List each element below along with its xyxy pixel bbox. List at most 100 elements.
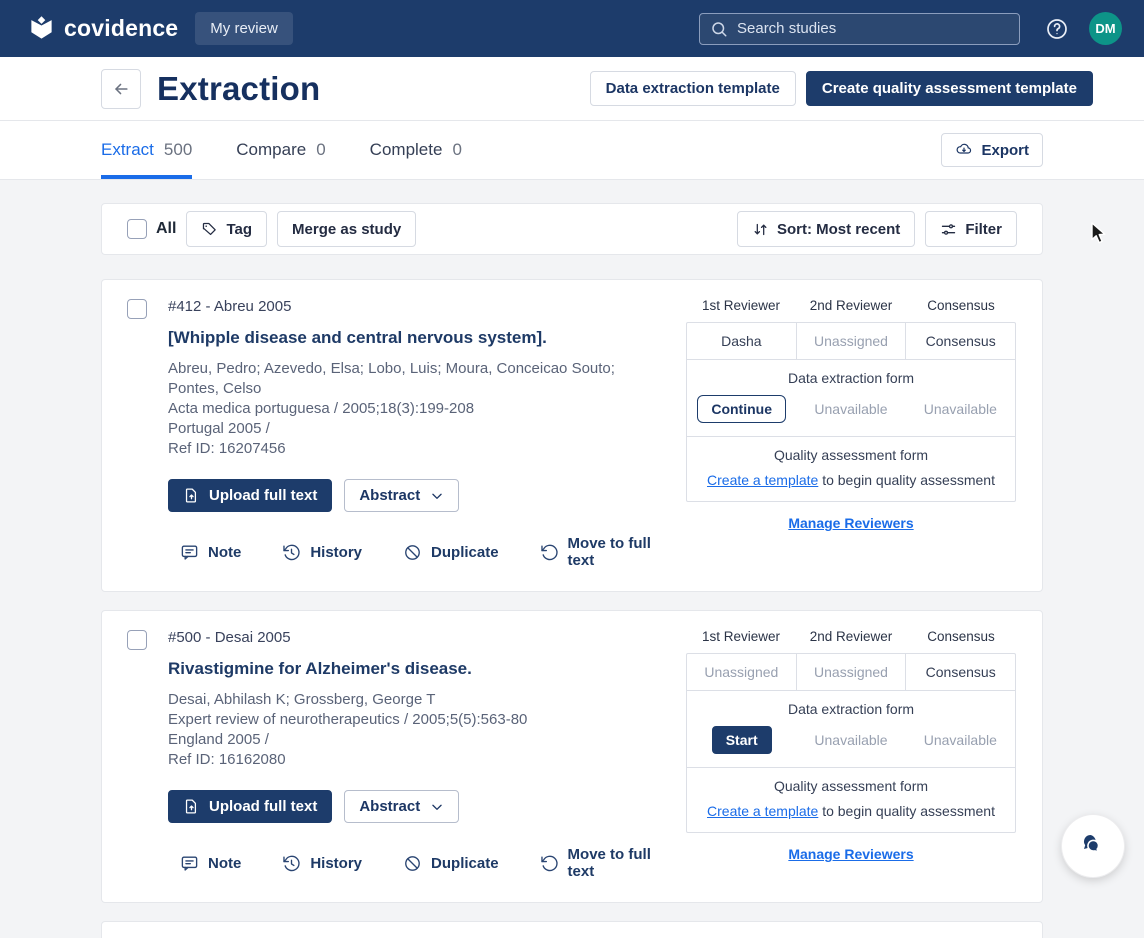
tag-button[interactable]: Tag [186, 211, 268, 247]
study-ref: #500 - Desai 2005 [168, 629, 291, 646]
study-actions: Note History Duplicate Move to full text [168, 846, 666, 880]
manage-reviewers-link[interactable]: Manage Reviewers [788, 515, 913, 531]
chat-fab-button[interactable] [1062, 815, 1124, 877]
study-authors: Desai, Abhilash K; Grossberg, George T [168, 691, 436, 708]
back-button[interactable] [101, 68, 141, 109]
tab-compare[interactable]: Compare 0 [236, 121, 325, 179]
study-title: [Whipple disease and central nervous sys… [168, 328, 547, 347]
move-to-full-text-label: Move to full text [567, 535, 651, 569]
search-box[interactable] [699, 12, 1020, 45]
export-button[interactable]: Export [941, 133, 1043, 167]
content-area: All Tag Merge as study Sort: Most recent [101, 180, 1043, 938]
covidence-logo[interactable]: covidence [28, 15, 178, 42]
tab-count: 0 [452, 140, 462, 159]
app-header: covidence My review DM [0, 0, 1144, 57]
history-button[interactable]: History [282, 535, 362, 569]
undo-arrow-icon [540, 543, 559, 562]
history-label: History [310, 854, 363, 872]
data-extraction-section: Data extraction form Continue Unavailabl… [687, 359, 1015, 436]
study-ref: #412 - Abreu 2005 [168, 298, 292, 315]
study-checkbox[interactable] [127, 630, 147, 650]
sort-button[interactable]: Sort: Most recent [736, 211, 916, 247]
duplicate-button[interactable]: Duplicate [403, 846, 499, 880]
study-actions: Note History Duplicate Move to full text [168, 535, 666, 569]
consensus-name: Consensus [905, 323, 1015, 359]
create-quality-assessment-template-button[interactable]: Create quality assessment template [805, 71, 1093, 106]
title-bar: Extraction Data extraction template Crea… [0, 57, 1144, 121]
data-extraction-section: Data extraction form Start Unavailable U… [687, 690, 1015, 767]
user-avatar[interactable]: DM [1089, 12, 1122, 45]
reviewer-1-name: Unassigned [704, 664, 779, 680]
study-checkbox[interactable] [127, 299, 147, 319]
reviewer-header-2nd: 2nd Reviewer [809, 298, 893, 313]
search-icon [710, 20, 728, 38]
my-review-button[interactable]: My review [195, 12, 293, 45]
abstract-dropdown-button[interactable]: Abstract [344, 479, 460, 512]
tag-icon [201, 221, 218, 238]
upload-document-icon [183, 487, 200, 504]
mouse-cursor [1088, 221, 1110, 245]
history-clock-icon [282, 854, 301, 873]
move-to-full-text-label: Move to full text [567, 846, 651, 880]
tab-extract[interactable]: Extract 500 [101, 121, 193, 179]
export-label: Export [981, 141, 1029, 159]
reviewer-header-consensus: Consensus [927, 629, 995, 644]
reviewer-1-name: Dasha [721, 333, 762, 349]
search-input[interactable] [737, 20, 1009, 37]
data-extraction-form-title: Data extraction form [787, 370, 915, 386]
extraction-unavailable-2: Unavailable [923, 401, 997, 417]
ban-circle-icon [403, 543, 422, 562]
select-all-checkbox[interactable] [127, 219, 147, 239]
abstract-label: Abstract [359, 798, 421, 815]
quality-assessment-form-title: Quality assessment form [773, 778, 929, 794]
reviewer-2-name: Unassigned [795, 654, 906, 690]
move-to-full-text-button[interactable]: Move to full text [540, 846, 666, 880]
tag-label: Tag [226, 220, 253, 238]
note-label: Note [208, 854, 242, 872]
abstract-dropdown-button[interactable]: Abstract [344, 790, 460, 823]
study-source: Expert review of neurotherapeutics / 200… [168, 711, 528, 728]
study-card-partial [101, 921, 1043, 938]
extraction-unavailable-1: Unavailable [814, 401, 888, 417]
data-extraction-template-button[interactable]: Data extraction template [589, 71, 796, 106]
upload-full-text-button[interactable]: Upload full text [168, 790, 333, 823]
covidence-logo-icon [28, 15, 55, 42]
note-button[interactable]: Note [180, 846, 241, 880]
reviewer-header-1st: 1st Reviewer [701, 629, 781, 644]
create-a-template-link[interactable]: Create a template [707, 803, 818, 819]
reviewer-2-name: Unassigned [795, 323, 906, 359]
history-clock-icon [282, 543, 301, 562]
note-button[interactable]: Note [180, 535, 241, 569]
filter-button[interactable]: Filter [925, 211, 1017, 247]
extraction-unavailable-1: Unavailable [814, 732, 888, 748]
upload-full-text-button[interactable]: Upload full text [168, 479, 333, 512]
move-to-full-text-button[interactable]: Move to full text [540, 535, 666, 569]
sort-label: Sort: Most recent [776, 220, 901, 238]
help-icon[interactable] [1045, 17, 1069, 41]
chat-bubbles-icon [1078, 831, 1108, 861]
continue-button[interactable]: Continue [697, 395, 786, 423]
reviewer-panel: 1st Reviewer 2nd Reviewer Consensus Dash… [686, 298, 1016, 569]
start-button[interactable]: Start [711, 726, 772, 754]
create-a-template-link[interactable]: Create a template [707, 472, 818, 488]
reviewer-header-consensus: Consensus [927, 298, 995, 313]
duplicate-label: Duplicate [431, 854, 499, 872]
manage-reviewers-link[interactable]: Manage Reviewers [788, 846, 913, 862]
note-icon [180, 543, 199, 562]
tab-complete[interactable]: Complete 0 [370, 121, 462, 179]
study-location: England 2005 / [168, 731, 269, 748]
study-ref-id: Ref ID: 16207456 [168, 440, 286, 457]
merge-as-study-button[interactable]: Merge as study [277, 211, 417, 247]
duplicate-button[interactable]: Duplicate [403, 535, 499, 569]
reviewer-header-1st: 1st Reviewer [701, 298, 781, 313]
ban-circle-icon [403, 854, 422, 873]
study-title: Rivastigmine for Alzheimer's disease. [168, 659, 472, 678]
quality-rest-text: to begin quality assessment [818, 472, 995, 488]
history-button[interactable]: History [282, 846, 362, 880]
duplicate-label: Duplicate [431, 543, 499, 561]
quality-assessment-section: Quality assessment form Create a templat… [687, 767, 1015, 832]
study-citation: Abreu, Pedro; Azevedo, Elsa; Lobo, Luis;… [168, 359, 666, 459]
reviewer-panel: 1st Reviewer 2nd Reviewer Consensus Unas… [686, 629, 1016, 880]
upload-label: Upload full text [209, 798, 318, 815]
tab-label: Extract [101, 140, 154, 159]
